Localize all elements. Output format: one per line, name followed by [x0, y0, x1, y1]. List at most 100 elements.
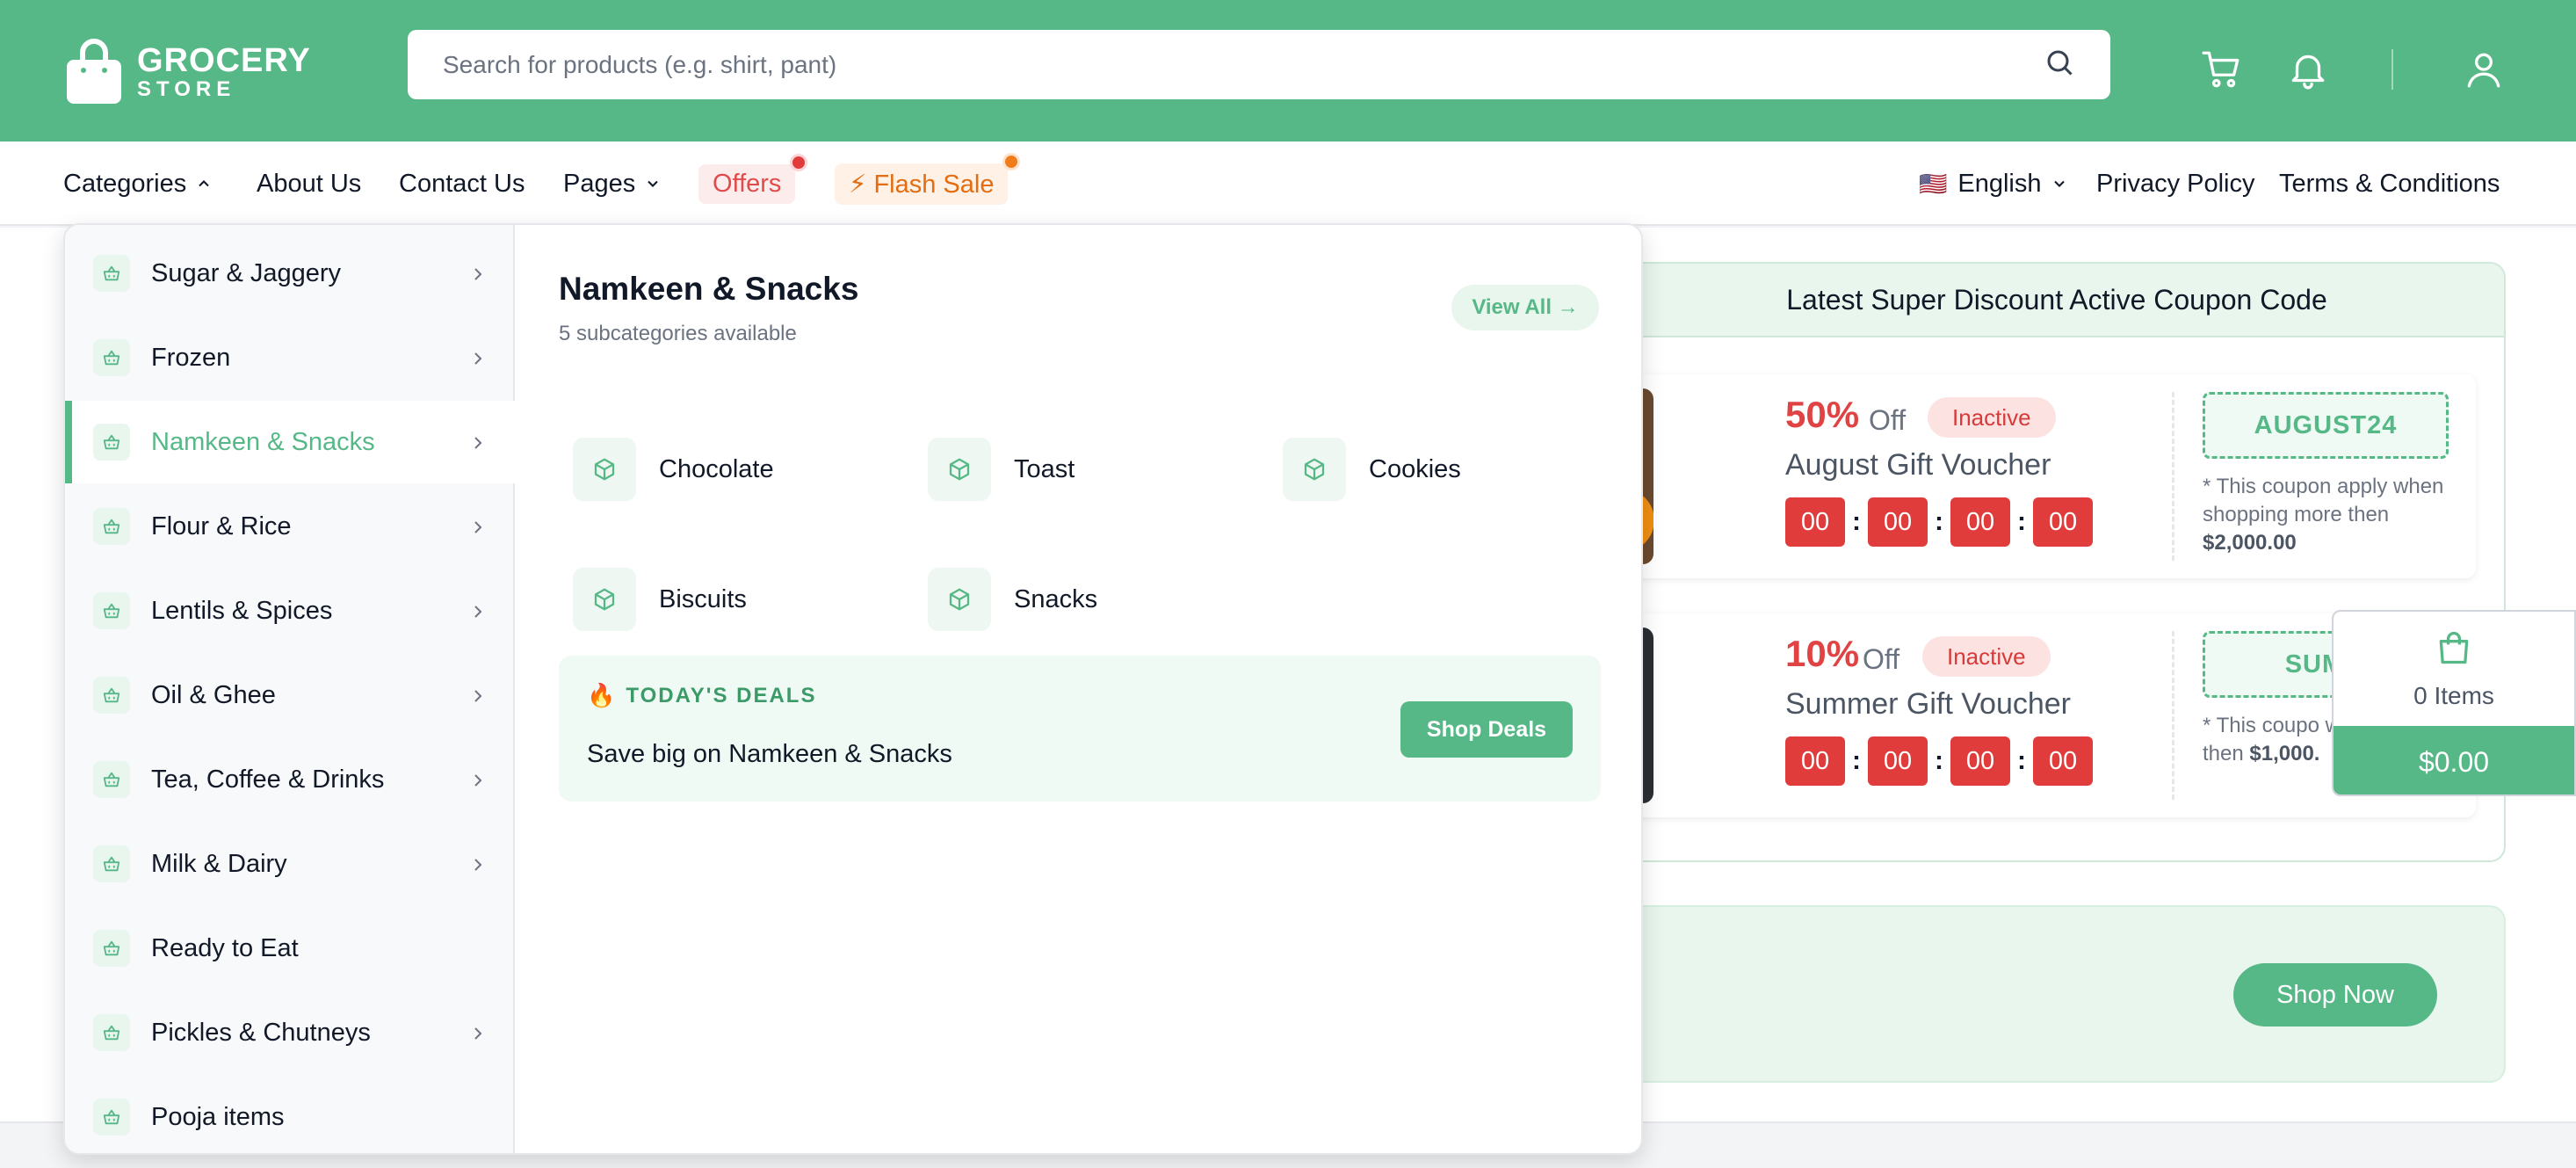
category-item[interactable]: Lentils & Spices [65, 569, 515, 652]
category-item[interactable]: Milk & Dairy [65, 823, 515, 905]
coupon-percent: 50% [1785, 394, 1860, 435]
user-icon[interactable] [2462, 47, 2506, 91]
nav-terms[interactable]: Terms & Conditions [2279, 141, 2500, 226]
timer-hours: 00 [1868, 736, 1928, 786]
category-label: Oil & Ghee [151, 680, 276, 709]
basket-icon [93, 1099, 130, 1135]
nav-pages[interactable]: Pages [563, 141, 662, 226]
nav-about[interactable]: About Us [257, 141, 361, 226]
search-icon[interactable] [2044, 47, 2075, 83]
shopping-bag-logo-icon [65, 39, 123, 105]
category-label: Sugar & Jaggery [151, 258, 342, 287]
coupon-countdown: 00: 00: 00: 00 [1785, 497, 2093, 547]
shop-deals-button[interactable]: Shop Deals [1400, 701, 1573, 758]
basket-icon [93, 255, 130, 292]
basket-icon [93, 424, 130, 461]
chevron-down-icon [648, 180, 658, 187]
categories-mega-menu: Sugar & Jaggery Frozen Namkeen & Snacks Flo… [63, 223, 1643, 1155]
promo-banner: Shop Now [1529, 905, 2506, 1083]
timer-minutes: 00 [1950, 736, 2010, 786]
search-input[interactable] [443, 50, 2044, 79]
flash-sale-notification-dot [1002, 152, 1021, 170]
coupon-title: August Gift Voucher [1785, 448, 2051, 482]
chevron-right-icon [467, 432, 488, 453]
language-selector[interactable]: 🇺🇸 English [1919, 141, 2068, 226]
category-label: Namkeen & Snacks [151, 427, 375, 456]
logo[interactable]: GROCERY STORE [65, 39, 311, 105]
shopping-bag-icon [2435, 628, 2473, 671]
subcategory-item[interactable]: Chocolate [573, 438, 774, 501]
category-label: Flour & Rice [151, 511, 292, 540]
category-label: Lentils & Spices [151, 596, 333, 625]
timer-seconds: 00 [2033, 736, 2093, 786]
category-item[interactable]: Flour & Rice [65, 485, 515, 568]
nav-categories[interactable]: Categories [63, 141, 213, 226]
nav-privacy-policy[interactable]: Privacy Policy [2096, 141, 2255, 226]
coupon-countdown: 00: 00: 00: 00 [1785, 736, 2093, 786]
header-divider [2391, 49, 2393, 90]
chevron-right-icon [467, 347, 488, 368]
search-bar [408, 30, 2110, 99]
nav-pages-label: Pages [563, 169, 636, 198]
subcategory-item[interactable]: Cookies [1283, 438, 1461, 501]
category-label: Pickles & Chutneys [151, 1018, 371, 1047]
basket-icon [93, 592, 130, 629]
category-item[interactable]: Tea, Coffee & Drinks [65, 738, 515, 821]
nav-flash-sale[interactable]: ⚡ Flash Sale [835, 141, 1021, 226]
subcategory-item[interactable]: Snacks [928, 568, 1097, 631]
package-icon [928, 438, 991, 501]
category-label: Ready to Eat [151, 933, 299, 962]
cart-item-count: 0 Items [2413, 681, 2494, 709]
package-icon [573, 568, 636, 631]
timer-days: 00 [1785, 736, 1845, 786]
basket-icon [93, 339, 130, 376]
category-item[interactable]: Oil & Ghee [65, 654, 515, 736]
subcategory-item[interactable]: Toast [928, 438, 1075, 501]
nav-categories-label: Categories [63, 169, 187, 198]
category-item[interactable]: Namkeen & Snacks [65, 401, 515, 483]
us-flag-icon: 🇺🇸 [1919, 170, 1948, 197]
nav-contact[interactable]: Contact Us [399, 141, 525, 226]
subcategory-label: Chocolate [659, 454, 774, 483]
category-item[interactable]: Pooja items [65, 1076, 515, 1153]
top-header: GROCERY STORE [0, 0, 2576, 141]
nav-offers[interactable]: Offers [698, 141, 808, 226]
category-item[interactable]: Ready to Eat [65, 907, 515, 990]
category-label: Tea, Coffee & Drinks [151, 765, 385, 794]
package-icon [573, 438, 636, 501]
category-list: Sugar & Jaggery Frozen Namkeen & Snacks Flo… [65, 225, 515, 1153]
bell-icon[interactable] [2286, 47, 2330, 91]
timer-hours: 00 [1868, 497, 1928, 547]
todays-deals-box: 🔥 TODAY'S DEALS Save big on Namkeen & Sn… [559, 656, 1601, 802]
coupon-heading: Latest Super Discount Active Coupon Code [1530, 264, 2504, 337]
basket-icon [93, 845, 130, 882]
nav-flash-sale-label: Flash Sale [873, 170, 995, 199]
chevron-right-icon [467, 685, 488, 706]
coupon-divider [2172, 392, 2174, 561]
chevron-right-icon [467, 263, 488, 284]
subcategory-item[interactable]: Biscuits [573, 568, 747, 631]
offers-notification-dot [790, 153, 808, 171]
coupon-off-label: Off [1863, 643, 1900, 675]
chevron-right-icon [467, 1022, 488, 1043]
basket-icon [93, 1014, 130, 1051]
category-item[interactable]: Pickles & Chutneys [65, 991, 515, 1074]
category-item[interactable]: Sugar & Jaggery [65, 232, 515, 315]
subcategory-count: 5 subcategories available [559, 322, 797, 345]
chevron-right-icon [467, 853, 488, 874]
category-item[interactable]: Frozen [65, 316, 515, 399]
chevron-right-icon [467, 769, 488, 790]
language-label: English [1957, 169, 2042, 198]
floating-cart[interactable]: 0 Items $0.00 [2332, 610, 2576, 796]
chevron-right-icon [467, 516, 488, 537]
cart-icon[interactable] [2200, 47, 2244, 91]
coupon-code[interactable]: AUGUST24 [2203, 392, 2449, 459]
view-all-button[interactable]: View All → [1451, 285, 1599, 330]
basket-icon [93, 930, 130, 967]
package-icon [1283, 438, 1346, 501]
shop-now-button[interactable]: Shop Now [2233, 963, 2437, 1027]
fire-icon: 🔥 [587, 682, 618, 708]
subcategory-panel: Namkeen & Snacks 5 subcategories availab… [517, 225, 1641, 1153]
coupon-off-label: Off [1869, 404, 1907, 436]
chevron-right-icon [467, 600, 488, 621]
